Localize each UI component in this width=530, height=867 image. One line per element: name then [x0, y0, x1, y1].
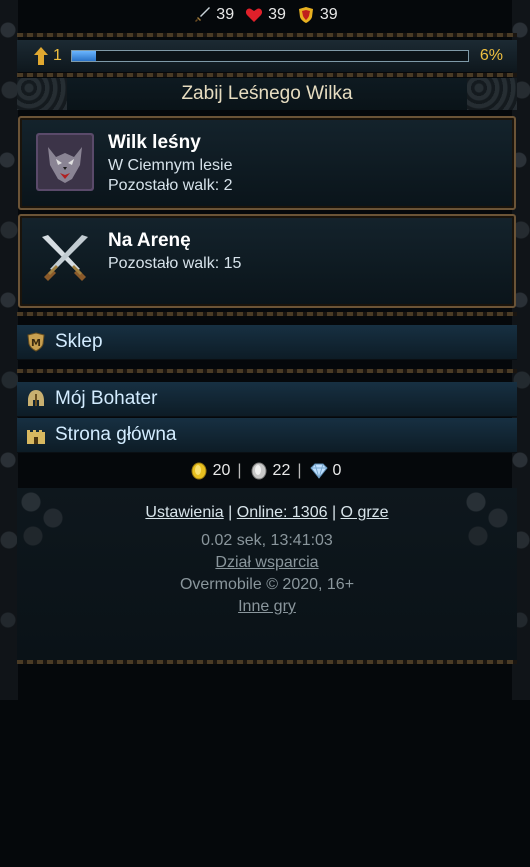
arena-card[interactable]: Na Arenę Pozostało walk: 15 [18, 214, 516, 308]
support-line: Dział wsparcia [17, 554, 517, 572]
divider [17, 369, 517, 373]
quest-title-bar: Zabij Leśnego Wilka [17, 78, 517, 110]
progress-fill [72, 51, 96, 61]
online-link[interactable]: Online: 1306 [237, 504, 328, 521]
card-fights-left: Pozostało walk: 15 [108, 255, 242, 272]
progress-track [71, 50, 469, 62]
divider [17, 73, 517, 77]
separator: | [237, 462, 242, 479]
level-value: 1 [53, 47, 62, 64]
silver-coin-icon [249, 461, 269, 481]
card-location: W Ciemnym lesie [108, 157, 233, 174]
crossed-swords-icon [36, 231, 94, 289]
level-indicator: 1 [31, 46, 71, 66]
divider [17, 312, 517, 316]
copyright: Overmobile © 2020, 16+ [179, 576, 355, 593]
wolf-fight-card[interactable]: Wilk leśny W Ciemnym lesie Pozostało wal… [18, 116, 516, 210]
health-stat: 39 [244, 5, 286, 25]
decor-corner [17, 78, 67, 110]
other-games-link[interactable]: Inne gry [238, 598, 296, 615]
shop-shield-icon: M [25, 331, 47, 353]
divider [17, 33, 517, 37]
menu-item-home[interactable]: Strona główna [17, 418, 517, 453]
sword-icon [192, 5, 212, 25]
menu-label: Sklep [55, 331, 103, 352]
divider [17, 660, 517, 664]
diamond-value: 0 [332, 462, 342, 479]
footer-links: Ustawienia | Online: 1306 | O grze [17, 488, 517, 522]
gold-coin-icon [189, 461, 209, 481]
card-title: Na Arenę [108, 230, 191, 251]
currency-bar: 20 | 22 | 0 [0, 458, 530, 484]
wolf-portrait-icon [36, 133, 94, 191]
svg-text:M: M [31, 338, 41, 349]
separator: | [297, 462, 302, 479]
health-value: 39 [268, 6, 286, 23]
left-stone-border [0, 0, 18, 700]
silver-value: 22 [272, 462, 291, 479]
card-title: Wilk leśny [108, 132, 201, 153]
server-timing: 0.02 sek, 13:41:03 [201, 532, 333, 549]
settings-link[interactable]: Ustawienia [145, 504, 223, 521]
heart-icon [244, 5, 264, 25]
other-games-line: Inne gry [17, 598, 517, 616]
gold-value: 20 [212, 462, 231, 479]
level-up-arrow-icon [31, 46, 51, 66]
top-stats-bar: 39 39 39 [0, 0, 530, 30]
support-link[interactable]: Dział wsparcia [215, 554, 318, 571]
attack-value: 39 [216, 6, 235, 23]
progress-percent: 6% [479, 47, 503, 64]
menu-item-my-hero[interactable]: Mój Bohater [17, 382, 517, 417]
menu-item-shop[interactable]: M Sklep [17, 325, 517, 360]
footer: Ustawienia | Online: 1306 | O grze 0.02 … [17, 488, 517, 660]
separator: | [228, 504, 233, 521]
about-link[interactable]: O grze [341, 504, 389, 521]
castle-icon [25, 424, 47, 446]
shield-icon [296, 5, 316, 25]
diamond-icon [309, 461, 329, 481]
helmet-icon [25, 388, 47, 410]
defense-value: 39 [319, 6, 338, 23]
quest-title: Zabij Leśnego Wilka [181, 83, 353, 104]
defense-stat: 39 [296, 5, 338, 25]
card-fights-left: Pozostało walk: 2 [108, 177, 233, 194]
separator: | [331, 504, 337, 521]
attack-stat: 39 [192, 5, 234, 25]
experience-bar: 1 6% [17, 40, 517, 72]
decor-corner [467, 78, 517, 110]
menu-label: Mój Bohater [55, 388, 158, 409]
menu-label: Strona główna [55, 424, 177, 445]
